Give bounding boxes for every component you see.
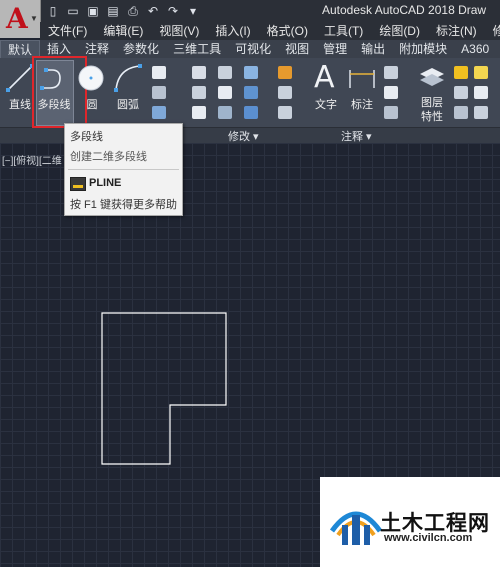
print-icon[interactable]: ⎙: [126, 4, 140, 18]
window-title: Autodesk AutoCAD 2018 Draw: [322, 3, 487, 17]
linear-dimension-icon[interactable]: [384, 66, 398, 79]
arc-icon: [114, 64, 142, 92]
lightbulb-icon[interactable]: [454, 66, 468, 79]
menu-tools[interactable]: 工具(T): [316, 22, 371, 40]
new-icon[interactable]: ▯: [46, 4, 60, 18]
menu-insert[interactable]: 插入(I): [207, 22, 258, 40]
layer-tool-icon-3[interactable]: [454, 106, 468, 119]
boundary-icon[interactable]: [152, 106, 166, 119]
save-icon[interactable]: ▣: [86, 4, 100, 18]
watermark: 土木工程网 www.civilcn.com: [320, 477, 500, 567]
tab-manage[interactable]: 管理: [316, 40, 354, 58]
circle-icon: [78, 65, 104, 91]
tab-parametric[interactable]: 参数化: [116, 40, 166, 58]
watermark-logo-icon: [329, 511, 383, 545]
quick-access-toolbar: ▯ ▭ ▣ ▤ ⎙ ↶ ↷ ▾: [46, 4, 200, 18]
tooltip-command: PLINE: [89, 177, 122, 189]
rectangle-icon[interactable]: [152, 66, 166, 79]
layer-tool-icon[interactable]: [454, 86, 468, 99]
explode-icon[interactable]: [278, 86, 292, 99]
tab-3d-tools[interactable]: 三维工具: [166, 40, 228, 58]
array-icon[interactable]: [244, 106, 258, 119]
layer-icon: [420, 68, 444, 86]
mirror-icon[interactable]: [218, 86, 232, 99]
open-icon[interactable]: ▭: [66, 4, 80, 18]
layer-tool-icon-2[interactable]: [474, 86, 488, 99]
application-menu-button[interactable]: A ▼: [0, 0, 41, 38]
hatch-icon[interactable]: [152, 86, 166, 99]
rotate-icon[interactable]: [218, 66, 232, 79]
sun-icon[interactable]: [474, 66, 488, 79]
watermark-url: www.civilcn.com: [384, 532, 473, 544]
stretch-icon[interactable]: [192, 106, 206, 119]
annotation-panel-label[interactable]: 注释 ▾: [341, 128, 372, 144]
menu-bar: 文件(F) 编辑(E) 视图(V) 插入(I) 格式(O) 工具(T) 绘图(D…: [40, 22, 500, 40]
layer-label-line1: 图层: [421, 97, 443, 109]
tab-visualize[interactable]: 可视化: [228, 40, 278, 58]
dimension-icon: [349, 70, 375, 88]
layer-properties-label: 图层 特性: [408, 96, 456, 124]
menu-view[interactable]: 视图(V): [151, 22, 207, 40]
layer-tool-icon-4[interactable]: [474, 106, 488, 119]
dropdown-icon[interactable]: ▾: [186, 4, 200, 18]
leader-icon[interactable]: [384, 86, 398, 99]
menu-dimension[interactable]: 标注(N): [428, 22, 485, 40]
layer-label-line2: 特性: [421, 111, 443, 123]
tooltip-description: 创建二维多段线: [70, 151, 147, 163]
tooltip-divider: [68, 169, 179, 170]
viewport-controls[interactable]: [−][俯视][二维: [2, 152, 62, 167]
menu-draw[interactable]: 绘图(D): [371, 22, 428, 40]
undo-icon[interactable]: ↶: [146, 4, 160, 18]
command-icon: [70, 177, 86, 191]
arc-tool-label: 圆弧: [117, 99, 139, 111]
polyline-path: [101, 312, 227, 465]
tab-addins[interactable]: 附加模块: [392, 40, 454, 58]
scale-icon[interactable]: [218, 106, 232, 119]
save-as-icon[interactable]: ▤: [106, 4, 120, 18]
app-logo: A: [6, 2, 28, 35]
table-icon[interactable]: [384, 106, 398, 119]
menu-format[interactable]: 格式(O): [259, 22, 316, 40]
copy-icon[interactable]: [192, 86, 206, 99]
offset-icon[interactable]: [278, 106, 292, 119]
tooltip-title: 多段线: [70, 131, 103, 143]
polyline-tooltip: 多段线 创建二维多段线 PLINE 按 F1 键获得更多帮助: [64, 123, 183, 216]
menu-file[interactable]: 文件(F): [40, 22, 95, 40]
menu-modify[interactable]: 修: [485, 22, 500, 40]
trim-icon[interactable]: [244, 66, 258, 79]
tab-a360[interactable]: A360: [454, 40, 496, 58]
tooltip-help: 按 F1 键获得更多帮助: [70, 199, 177, 211]
erase-icon[interactable]: [278, 66, 292, 79]
redo-icon[interactable]: ↷: [166, 4, 180, 18]
tab-output[interactable]: 输出: [354, 40, 392, 58]
move-icon[interactable]: [192, 66, 206, 79]
tab-view[interactable]: 视图: [278, 40, 316, 58]
dimension-tool-label: 标注: [351, 99, 373, 111]
chevron-down-icon: ▼: [30, 14, 38, 23]
fillet-icon[interactable]: [244, 86, 258, 99]
modify-panel-label[interactable]: 修改 ▾: [228, 128, 259, 144]
menu-edit[interactable]: 编辑(E): [95, 22, 151, 40]
text-icon: A: [314, 60, 335, 95]
